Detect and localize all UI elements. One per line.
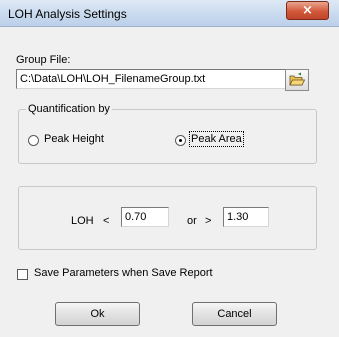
window-title: LOH Analysis Settings: [8, 7, 127, 21]
peak-area-label[interactable]: Peak Area: [189, 131, 244, 147]
quantification-caption: Quantification by: [26, 103, 112, 115]
quantification-group: Quantification by Peak Height Peak Area: [18, 103, 317, 164]
save-parameters-checkbox[interactable]: [17, 269, 28, 280]
group-file-input[interactable]: C:\Data\LOH\LOH_FilenameGroup.txt: [16, 69, 289, 89]
loh-label: LOH: [71, 215, 94, 227]
title-bar[interactable]: LOH Analysis Settings ×: [0, 0, 339, 27]
dialog-body: Group File: C:\Data\LOH\LOH_FilenameGrou…: [7, 27, 332, 330]
loh-analysis-settings-dialog: LOH Analysis Settings × Group File: C:\D…: [0, 0, 339, 337]
loh-low-input[interactable]: 0.70: [121, 207, 169, 227]
peak-area-radio[interactable]: [175, 135, 186, 146]
loh-threshold-group: LOH < 0.70 or > 1.30: [18, 186, 317, 250]
save-parameters-label[interactable]: Save Parameters when Save Report: [34, 267, 213, 279]
browse-button[interactable]: [285, 69, 309, 91]
peak-height-label[interactable]: Peak Height: [44, 133, 104, 145]
ok-button[interactable]: Ok: [55, 302, 140, 326]
peak-height-radio[interactable]: [28, 135, 39, 146]
less-than-symbol: <: [103, 215, 110, 227]
cancel-button[interactable]: Cancel: [192, 302, 277, 326]
loh-high-input[interactable]: 1.30: [223, 207, 269, 227]
open-folder-icon: [289, 72, 306, 86]
close-button[interactable]: ×: [286, 1, 329, 20]
group-file-label: Group File:: [16, 54, 71, 66]
close-icon: ×: [302, 3, 313, 18]
radio-selected-dot: [179, 139, 182, 142]
or-label: or: [187, 215, 197, 227]
greater-than-symbol: >: [205, 215, 212, 227]
